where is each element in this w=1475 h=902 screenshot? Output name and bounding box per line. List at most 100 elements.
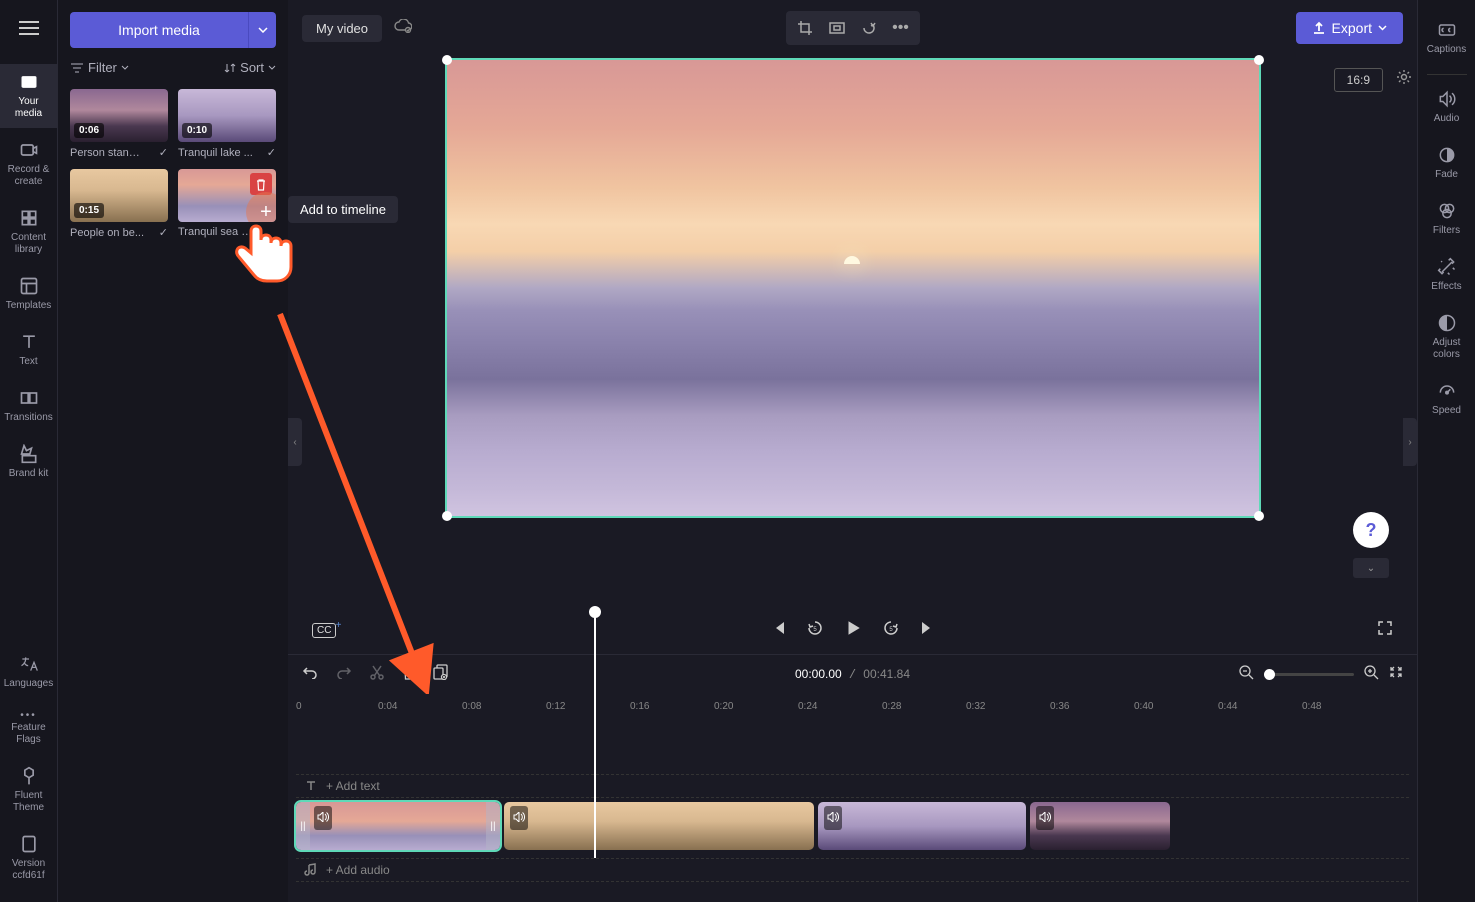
timeline-clip[interactable] (1030, 802, 1170, 850)
text-track[interactable]: + Add text (296, 774, 1409, 798)
sidebar-label: Templates (6, 300, 52, 312)
sort-button[interactable]: Sort (224, 60, 276, 75)
playhead[interactable] (594, 608, 596, 858)
ruler-mark: 0:36 (1050, 701, 1069, 712)
sidebar-item-templates[interactable]: Templates (0, 268, 58, 320)
fit-timeline-icon[interactable] (1389, 665, 1403, 684)
right-item-adjust-colors[interactable]: Adjust colors (1418, 305, 1475, 369)
sidebar-item-version[interactable]: Version ccfd61f (0, 826, 58, 890)
resize-handle[interactable] (1254, 511, 1264, 521)
ruler-mark: 0 (296, 701, 302, 712)
fit-icon[interactable] (822, 15, 852, 41)
top-bar: My video ••• Export (288, 0, 1417, 56)
right-item-effects[interactable]: Effects (1418, 249, 1475, 301)
play-button[interactable] (844, 619, 862, 642)
resize-handle[interactable] (442, 55, 452, 65)
media-item[interactable]: 0:10 Tranquil lake ... ✓ (178, 89, 276, 159)
sidebar-item-content-library[interactable]: Content library (0, 200, 58, 264)
export-button[interactable]: Export (1296, 12, 1403, 44)
media-name: Tranquil lake ... (178, 147, 253, 159)
playback-controls: CC+ 5 5 (288, 606, 1417, 654)
main-area: My video ••• Export (288, 0, 1417, 902)
sidebar-item-brand-kit[interactable]: Brand kit (0, 436, 58, 488)
check-icon: ✓ (267, 146, 276, 159)
right-item-fade[interactable]: Fade (1418, 137, 1475, 189)
sidebar-label: Record & create (4, 164, 54, 188)
cloud-sync-icon (394, 19, 412, 38)
collapse-panel-right[interactable]: › (1403, 418, 1417, 466)
undo-icon[interactable] (302, 665, 318, 684)
project-title[interactable]: My video (302, 15, 382, 42)
import-media-button[interactable]: Import media (70, 12, 248, 48)
ruler-mark: 0:40 (1134, 701, 1153, 712)
audio-track[interactable]: + Add audio (296, 858, 1409, 882)
timeline-clip[interactable] (818, 802, 1026, 850)
zoom-slider[interactable] (1264, 673, 1354, 676)
right-item-audio[interactable]: Audio (1418, 81, 1475, 133)
ruler-mark: 0:08 (462, 701, 481, 712)
ruler-mark: 0:12 (546, 701, 565, 712)
svg-text:5: 5 (889, 627, 893, 633)
crop-icon[interactable] (790, 15, 820, 41)
rotate-icon[interactable] (854, 15, 884, 41)
aspect-ratio-button[interactable]: 16:9 (1334, 68, 1383, 92)
right-item-filters[interactable]: Filters (1418, 193, 1475, 245)
sidebar-item-fluent-theme[interactable]: Fluent Theme (0, 758, 58, 822)
more-icon[interactable]: ••• (886, 15, 916, 41)
export-label: Export (1332, 20, 1372, 36)
media-item[interactable]: 0:15 People on be...✓ (70, 169, 168, 239)
rewind-icon[interactable]: 5 (806, 619, 824, 642)
duration-badge: 0:10 (182, 123, 212, 138)
volume-icon[interactable] (824, 806, 842, 830)
clip-handle[interactable]: || (486, 802, 500, 850)
timeline-ruler[interactable]: 0 0:04 0:08 0:12 0:16 0:20 0:24 0:28 0:3… (288, 694, 1417, 718)
zoom-in-icon[interactable] (1364, 665, 1379, 685)
captions-icon[interactable]: CC+ (312, 623, 336, 638)
cursor-hand-icon (228, 216, 298, 296)
redo-icon[interactable] (336, 665, 352, 684)
clip-handle[interactable]: || (296, 802, 310, 850)
right-item-captions[interactable]: Captions (1418, 12, 1475, 64)
volume-icon[interactable] (510, 806, 528, 830)
volume-icon[interactable] (1036, 806, 1054, 830)
ruler-mark: 0:20 (714, 701, 733, 712)
right-item-speed[interactable]: Speed (1418, 373, 1475, 425)
ruler-mark: 0:32 (966, 701, 985, 712)
sidebar-item-your-media[interactable]: Your media (0, 64, 58, 128)
import-media-dropdown[interactable] (248, 12, 276, 48)
sidebar-item-transitions[interactable]: Transitions (0, 380, 58, 432)
preview-area: 16:9 ? ⌄ (288, 56, 1417, 606)
settings-icon[interactable] (1395, 68, 1413, 91)
skip-end-icon[interactable] (920, 620, 936, 641)
collapse-panel-left[interactable]: ‹ (288, 418, 302, 466)
split-icon[interactable] (370, 664, 384, 685)
forward-icon[interactable]: 5 (882, 619, 900, 642)
sidebar-item-record-create[interactable]: Record & create (0, 132, 58, 196)
canvas-tools: ••• (786, 11, 920, 45)
filter-button[interactable]: Filter (70, 60, 129, 75)
volume-icon[interactable] (314, 806, 332, 830)
sidebar-label: Fluent Theme (4, 790, 54, 814)
sidebar-item-languages[interactable]: Languages (0, 646, 58, 698)
duration-badge: 0:06 (74, 123, 104, 138)
rail-label: Speed (1432, 405, 1461, 417)
delete-icon[interactable] (402, 665, 415, 685)
menu-button[interactable] (9, 8, 49, 48)
fullscreen-icon[interactable] (1377, 623, 1393, 640)
resize-handle[interactable] (442, 511, 452, 521)
media-item[interactable]: 0:06 Person standi...✓ (70, 89, 168, 159)
sidebar-item-text[interactable]: Text (0, 324, 58, 376)
help-button[interactable]: ? (1353, 512, 1389, 548)
preview-canvas[interactable] (445, 58, 1261, 518)
expand-button[interactable]: ⌄ (1353, 558, 1389, 578)
timeline-clip[interactable]: || || (296, 802, 500, 850)
skip-start-icon[interactable] (770, 620, 786, 641)
zoom-out-icon[interactable] (1239, 665, 1254, 685)
rail-label: Captions (1427, 44, 1466, 56)
timeline-clip[interactable] (504, 802, 814, 850)
sidebar-item-feature-flags[interactable]: ••• Feature Flags (0, 702, 58, 754)
duplicate-icon[interactable] (433, 664, 448, 685)
sidebar-label: Your media (4, 96, 54, 120)
resize-handle[interactable] (1254, 55, 1264, 65)
add-audio-label: + Add audio (326, 863, 390, 877)
